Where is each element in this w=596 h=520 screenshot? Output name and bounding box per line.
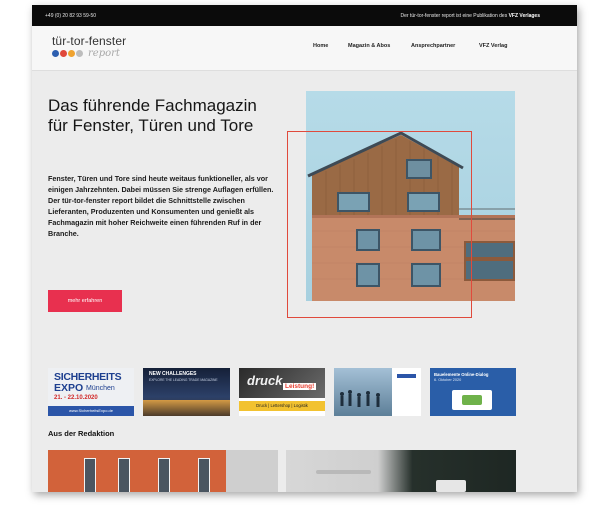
decorative-red-frame <box>287 131 472 318</box>
logo-subline: report <box>52 48 126 59</box>
logo-name: tür-tor-fenster <box>52 34 127 48</box>
article-card-1-side-wall <box>226 450 278 492</box>
challenges-horizon <box>143 400 230 416</box>
nav-vfz-verlag[interactable]: VFZ Verlag <box>479 43 507 49</box>
sicherheitsexpo-city: München <box>86 385 115 392</box>
banner-druck-leistung[interactable]: druck Leistung! Druck | Lettershop | Log… <box>239 368 325 416</box>
banner-sicherheitsexpo[interactable]: SICHERHEITS EXPO München 21. - 22.10.202… <box>48 368 134 416</box>
publisher-note-text: Der tür-tor-fenster report ist eine Publ… <box>400 13 508 19</box>
challenges-subtitle: EXPLORE THE LEADING TRADE MAGAZINE <box>149 378 218 382</box>
article-card-1-window-c <box>158 458 170 492</box>
online-dialog-date: 6. Oktober 2020 <box>434 378 462 382</box>
druck-word: druck <box>247 373 283 388</box>
publisher-name[interactable]: VFZ Verlages <box>509 13 540 19</box>
publisher-note: Der tür-tor-fenster report ist eine Publ… <box>400 13 540 19</box>
browser-page: +49 (0) 20 82 93 59-50 Der tür-tor-fenst… <box>32 5 577 492</box>
header-navigation: tür-tor-fenster report Home Magazin & Ab… <box>32 26 577 71</box>
sicherheitsexpo-url: www.SicherheitsExpo.de <box>48 406 134 416</box>
sicherheitsexpo-line2: EXPO <box>54 382 84 394</box>
challenges-title: NEW CHALLENGES <box>149 371 197 377</box>
hero-text: Fenster, Türen und Tore sind heute weita… <box>48 174 274 238</box>
logo-dot-red <box>60 50 67 57</box>
nav-home[interactable]: Home <box>313 43 328 49</box>
article-card-1-window-b <box>118 458 130 492</box>
logo-dot-grey <box>76 50 83 57</box>
site-logo[interactable]: tür-tor-fenster report <box>52 34 126 59</box>
article-card-2-handle <box>316 470 371 474</box>
nav-ansprechpartner[interactable]: Ansprechpartner <box>411 43 455 49</box>
banner-new-challenges[interactable]: NEW CHALLENGES EXPLORE THE LEADING TRADE… <box>143 368 230 416</box>
article-card-1-window-a <box>84 458 96 492</box>
article-card-2[interactable] <box>286 450 516 492</box>
online-dialog-graphic-accent <box>462 395 482 405</box>
hero-title: Das führende Fachmagazin für Fenster, Tü… <box>48 96 257 135</box>
banner-report-people[interactable] <box>334 368 421 416</box>
logo-dot-orange <box>68 50 75 57</box>
phone-number[interactable]: +49 (0) 20 82 93 59-50 <box>45 13 96 19</box>
druck-footer: Druck | Lettershop | Logistik <box>239 401 325 411</box>
report-banner-logo-mark <box>397 374 416 378</box>
logo-report-word: report <box>88 48 120 59</box>
article-card-1-window-d <box>198 458 210 492</box>
section-title: Aus der Redaktion <box>48 429 115 438</box>
more-info-button[interactable]: mehr erfahren <box>48 290 122 312</box>
nav-magazin-abos[interactable]: Magazin & Abos <box>348 43 390 49</box>
logo-dot-blue <box>52 50 59 57</box>
banner-online-dialog[interactable]: Bauelemente Online-Dialog 6. Oktober 202… <box>430 368 516 416</box>
sicherheitsexpo-dates: 21. - 22.10.2020 <box>54 395 98 401</box>
druck-tag: Leistung! <box>283 383 317 390</box>
report-banner-people-icon <box>340 390 380 407</box>
online-dialog-title: Bauelemente Online-Dialog <box>434 372 489 377</box>
article-card-1[interactable] <box>48 450 278 492</box>
top-bar: +49 (0) 20 82 93 59-50 Der tür-tor-fenst… <box>32 5 577 26</box>
article-card-2-device <box>436 480 466 492</box>
